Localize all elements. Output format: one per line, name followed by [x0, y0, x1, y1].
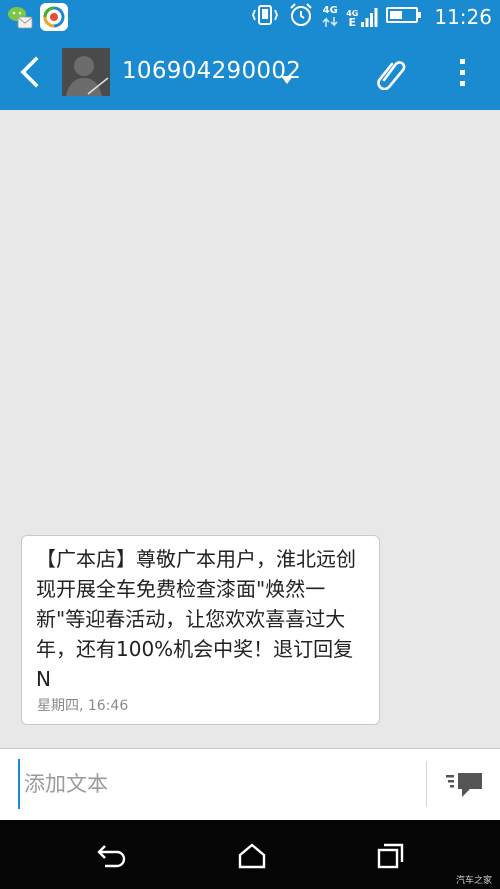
nav-recents-icon [377, 843, 404, 869]
more-vert-icon [460, 59, 465, 86]
message-timestamp: 星期四, 16:46 [37, 698, 129, 714]
back-button[interactable] [14, 54, 48, 90]
back-arrow-icon [20, 56, 39, 88]
network-4g-icon: 4G [322, 6, 338, 28]
nav-home-button[interactable] [237, 842, 267, 870]
send-button[interactable] [444, 769, 484, 801]
attach-button[interactable] [374, 56, 406, 91]
nav-recents-button[interactable] [376, 842, 406, 870]
conversation-view[interactable]: 【广本店】尊敬广本用户，淮北远创现开展全车免费检查漆面"焕然一新"等迎春活动，让… [0, 110, 500, 748]
message-bubble[interactable]: 【广本店】尊敬广本用户，淮北远创现开展全车免费检查漆面"焕然一新"等迎春活动，让… [21, 535, 380, 725]
nav-home-icon [238, 843, 266, 869]
baidu-app-icon [40, 3, 68, 31]
contact-dropdown[interactable] [280, 70, 294, 89]
nav-back-icon [97, 845, 126, 868]
battery-icon [386, 6, 422, 28]
notification-icons [6, 3, 68, 31]
clock: 11:26 [434, 5, 492, 29]
message-text: 【广本店】尊敬广本用户，淮北远创现开展全车免费检查漆面"焕然一新"等迎春活动，让… [36, 547, 356, 691]
send-message-icon [446, 773, 482, 797]
watermark: 汽车之家 [455, 876, 492, 886]
chevron-down-icon [281, 76, 293, 84]
nav-back-button[interactable] [97, 842, 127, 870]
contact-avatar[interactable] [62, 48, 110, 96]
compose-bar [0, 748, 500, 820]
navigation-bar: 汽车之家 [0, 820, 500, 889]
contact-name[interactable]: 106904290002 [122, 58, 301, 84]
signal-icon: 4G E [346, 6, 378, 28]
status-icons: 4G 4G E 11:26 [250, 0, 492, 34]
more-options-button[interactable] [452, 56, 472, 90]
paperclip-icon [377, 61, 406, 91]
app-bar: 106904290002 [0, 34, 500, 110]
compose-divider [426, 761, 427, 807]
alarm-icon [288, 2, 314, 32]
wechat-message-icon [6, 3, 34, 31]
compose-input[interactable] [18, 759, 416, 809]
vibrate-icon [250, 4, 280, 30]
status-bar: 4G 4G E 11:26 [0, 0, 500, 34]
